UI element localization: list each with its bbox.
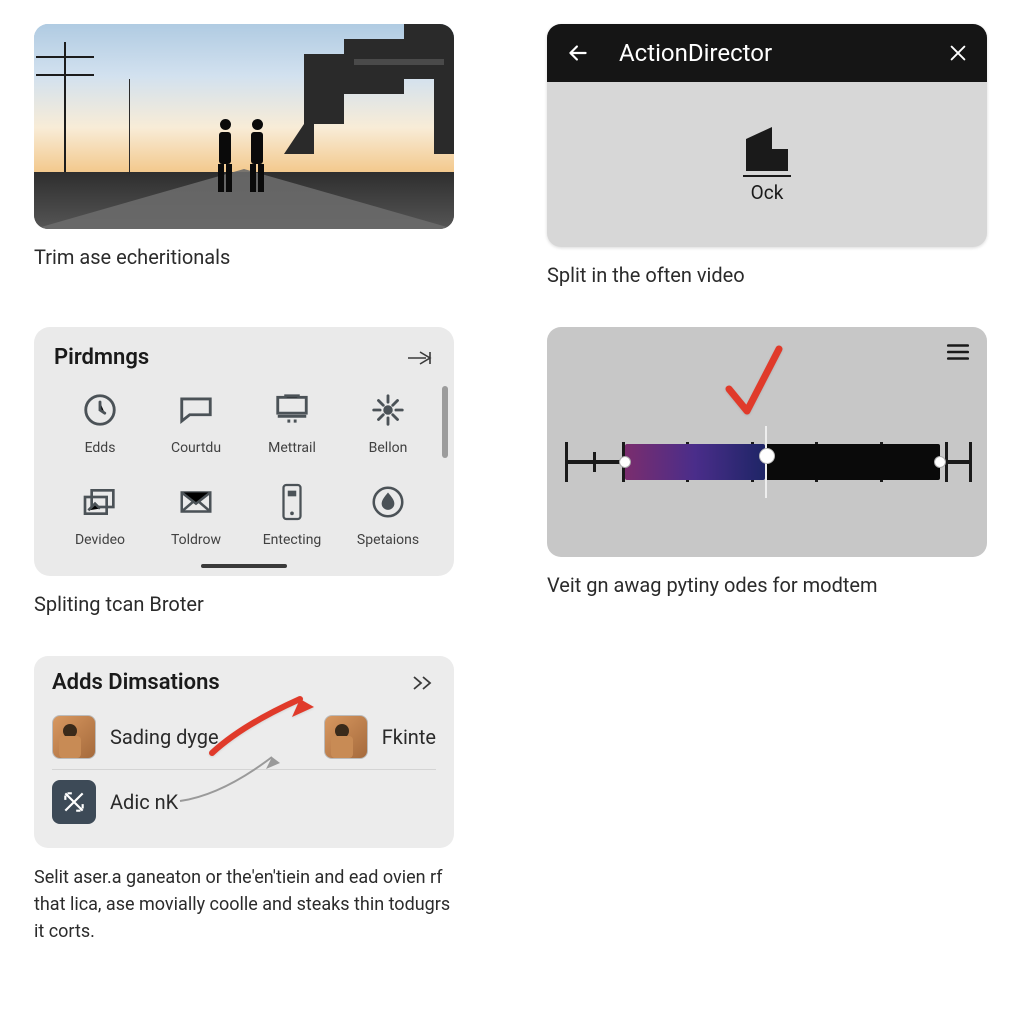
tool-label: Mettrail [268,440,316,456]
stack-images-icon [80,482,120,522]
arrow-left-icon [565,40,591,66]
phone-icon [275,482,309,522]
droplet-icon [369,483,407,521]
ock-label: Ock [743,175,791,204]
tool-bellon[interactable]: Bellon [342,384,434,466]
split-caption: Split in the often video [547,263,990,287]
spliting-caption: Spliting tcan Broter [34,592,477,616]
building-silhouette [284,24,454,154]
video-timeline[interactable] [565,432,969,492]
screen-icon [273,391,311,429]
tool-label: Edds [85,440,116,456]
palette-expand-button[interactable] [406,349,434,367]
double-chevron-right-icon [410,674,436,692]
tool-palette: Pirdmngs Edds Courtdu Mettrail [34,327,454,576]
timeline-playhead[interactable] [765,426,767,498]
palette-title: Pirdmngs [54,345,149,370]
tools-cross-icon [61,789,87,815]
red-check-arrow-icon [717,339,787,429]
tool-courtdu[interactable]: Courtdu [150,384,242,466]
adds-row-2[interactable]: Adic nK [52,770,436,834]
timeline-node-end[interactable] [934,456,946,468]
sparkle-icon [369,391,407,429]
adic-icon [52,780,96,824]
close-button[interactable] [947,42,969,64]
tool-label: Spetaions [357,532,419,548]
clock-icon [81,391,119,429]
timeline-node-start[interactable] [619,456,631,468]
actiondirector-panel: ActionDirector Ock [547,24,987,247]
arrow-right-open-icon [406,349,434,367]
timeline-clip-1[interactable] [625,444,765,480]
comment-icon [177,391,215,429]
tool-label: Entecting [263,532,322,548]
tool-mettrail[interactable]: Mettrail [246,384,338,466]
adds-row-1[interactable]: Sading dyge Fkinte [52,705,436,770]
envelope-cross-icon [177,483,215,521]
building-icon [742,125,792,171]
timeline-menu-button[interactable] [945,341,971,363]
tool-devideo[interactable]: Devideo [54,476,146,558]
app-title: ActionDirector [619,39,919,67]
close-icon [947,42,969,64]
tool-entecting[interactable]: Entecting [246,476,338,558]
tool-label: Devideo [75,532,125,548]
adds-panel: Adds Dimsations Sading dyge Fkinte [34,656,454,848]
adds-title: Adds Dimsations [52,670,220,695]
tool-label: Bellon [369,440,408,456]
adds-expand-button[interactable] [410,674,436,692]
hamburger-icon [945,341,971,363]
timeline-panel [547,327,987,557]
adds-label: Fkinte [382,725,436,749]
back-button[interactable] [565,40,591,66]
timeline-clip-2[interactable] [765,444,940,480]
trim-caption: Trim ase echeritionals [34,245,477,269]
tool-toldrow[interactable]: Toldrow [150,476,242,558]
adds-label: Adic nK [110,790,178,814]
body-paragraph: Selit aser.a ganeaton or the'en'tiein an… [34,864,454,945]
palette-scrollbar[interactable] [442,386,448,458]
veit-caption: Veit gn awag pytiny odes for modtem [547,573,990,597]
tool-edds[interactable]: Edds [54,384,146,466]
trim-thumbnail[interactable] [34,24,454,229]
thumb-sading [52,715,96,759]
palette-indicator [201,564,287,568]
tool-label: Toldrow [171,532,221,548]
tool-label: Courtdu [171,440,221,456]
tool-spetaions[interactable]: Spetaions [342,476,434,558]
